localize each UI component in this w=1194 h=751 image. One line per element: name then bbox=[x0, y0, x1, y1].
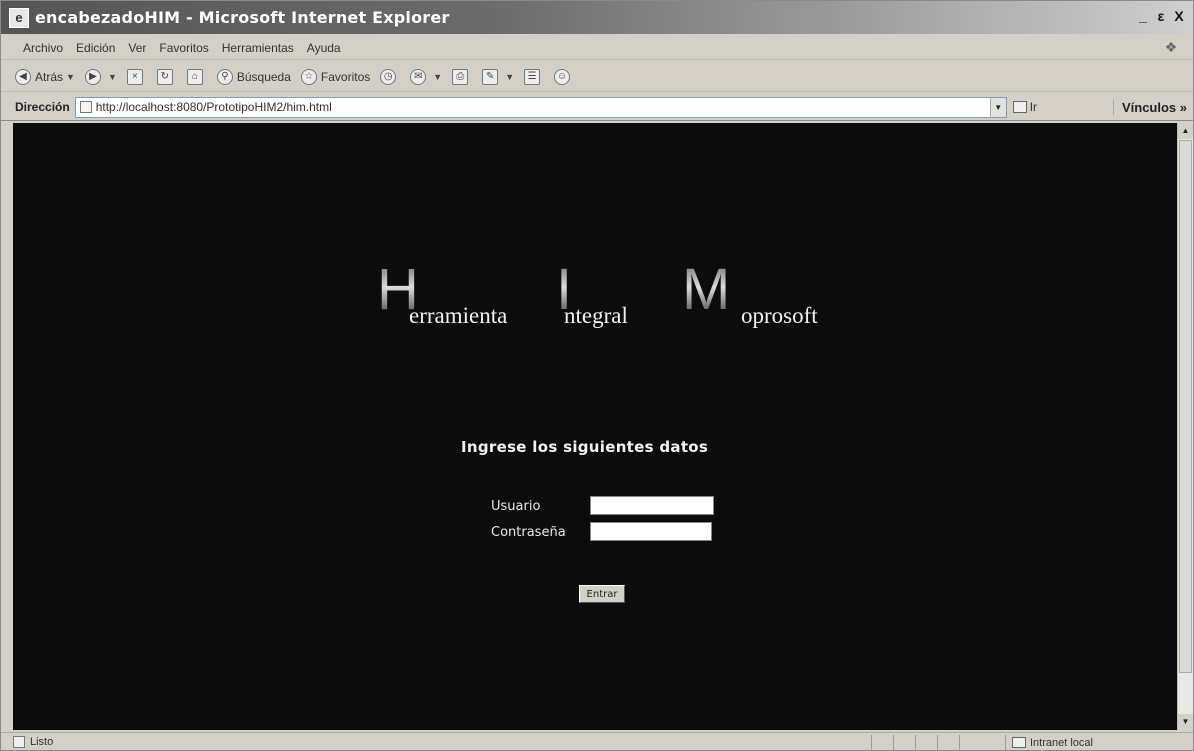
star-icon: ☆ bbox=[300, 68, 317, 85]
logo-word-oprosoft: oprosoft bbox=[741, 303, 818, 328]
stop-button[interactable]: × bbox=[126, 68, 147, 85]
mail-dropdown-icon[interactable]: ▼ bbox=[433, 72, 442, 82]
print-icon: ⎙ bbox=[452, 68, 469, 85]
forward-arrow-icon: ▶ bbox=[84, 68, 101, 85]
password-label: Contraseña bbox=[491, 525, 566, 540]
status-pane bbox=[959, 735, 981, 750]
logo-word-ntegral: ntegral bbox=[564, 303, 628, 328]
status-bar: Listo Intranet local bbox=[1, 732, 1193, 751]
maximize-button[interactable]: ε bbox=[1153, 7, 1169, 25]
search-button[interactable]: ⚲ Búsqueda bbox=[216, 68, 291, 85]
password-input[interactable] bbox=[590, 522, 712, 541]
go-arrow-icon bbox=[1012, 101, 1027, 113]
scroll-up-icon[interactable]: ▲ bbox=[1178, 123, 1193, 139]
forward-button[interactable]: ▶ ▼ bbox=[84, 68, 117, 85]
submit-button[interactable]: Entrar bbox=[579, 585, 625, 603]
status-pane bbox=[915, 735, 937, 750]
links-button[interactable]: Vínculos » bbox=[1112, 99, 1187, 115]
page-icon bbox=[79, 101, 92, 113]
logo-word-erramienta: erramienta bbox=[409, 303, 508, 328]
back-arrow-icon: ◀ bbox=[15, 68, 31, 85]
refresh-icon: ↻ bbox=[156, 68, 173, 85]
title-bar[interactable]: e encabezadoHIM - Microsoft Internet Exp… bbox=[1, 1, 1193, 34]
messenger-icon: ☺ bbox=[554, 68, 571, 85]
search-label: Búsqueda bbox=[236, 69, 291, 84]
scroll-down-icon[interactable]: ▼ bbox=[1178, 714, 1193, 730]
menu-herramientas[interactable]: Herramientas bbox=[222, 41, 294, 55]
menu-edicion[interactable]: Edición bbox=[76, 41, 115, 55]
edit-button[interactable]: ✎ ▼ bbox=[482, 68, 514, 85]
edit-icon: ✎ bbox=[482, 68, 499, 85]
mail-button[interactable]: ✉ ▼ bbox=[410, 68, 442, 85]
messenger-button[interactable]: ☺ bbox=[554, 68, 574, 85]
favorites-button[interactable]: ☆ Favoritos bbox=[300, 68, 371, 85]
window-title: encabezadoHIM - Microsoft Internet Explo… bbox=[35, 8, 450, 27]
zone-label: Intranet local bbox=[1030, 736, 1093, 749]
ie-page-icon: e bbox=[9, 7, 29, 28]
menu-ayuda[interactable]: Ayuda bbox=[307, 41, 341, 55]
go-label: Ir bbox=[1029, 100, 1038, 114]
page-content: H I M erramienta ntegral oprosoft Ingres… bbox=[13, 123, 1177, 730]
favorites-label: Favoritos bbox=[320, 69, 371, 84]
go-button[interactable]: Ir bbox=[1012, 100, 1038, 114]
address-dropdown-icon[interactable]: ▼ bbox=[989, 97, 1006, 117]
back-button[interactable]: ◀ Atrás ▼ bbox=[15, 68, 75, 85]
him-logo: H I M erramienta ntegral oprosoft bbox=[13, 123, 1177, 730]
menu-ver[interactable]: Ver bbox=[128, 41, 146, 55]
username-input[interactable] bbox=[590, 496, 714, 515]
search-icon: ⚲ bbox=[216, 68, 233, 85]
menu-archivo[interactable]: Archivo bbox=[23, 41, 63, 55]
address-input[interactable]: http://localhost:8080/PrototipoHIM2/him.… bbox=[74, 96, 1007, 118]
history-icon: ◷ bbox=[380, 68, 397, 85]
scroll-thumb[interactable] bbox=[1179, 140, 1192, 673]
back-label: Atrás bbox=[35, 69, 64, 84]
refresh-button[interactable]: ↻ bbox=[156, 68, 177, 85]
home-button[interactable]: ⌂ bbox=[186, 68, 207, 85]
menu-bar: Archivo Edición Ver Favoritos Herramient… bbox=[1, 37, 1193, 60]
menu-favoritos[interactable]: Favoritos bbox=[159, 41, 208, 55]
status-pane bbox=[893, 735, 915, 750]
print-button[interactable]: ⎙ bbox=[452, 68, 472, 85]
history-button[interactable]: ◷ bbox=[380, 68, 400, 85]
minimize-button[interactable]: _ bbox=[1135, 7, 1151, 25]
address-url[interactable]: http://localhost:8080/PrototipoHIM2/him.… bbox=[96, 100, 332, 114]
mail-icon: ✉ bbox=[410, 68, 427, 85]
vertical-scrollbar[interactable]: ▲ ▼ bbox=[1177, 123, 1193, 730]
status-pane bbox=[937, 735, 959, 750]
username-label: Usuario bbox=[491, 499, 541, 514]
status-panes bbox=[871, 735, 981, 750]
window-controls: _ ε X bbox=[1135, 7, 1187, 25]
status-text: Listo bbox=[30, 736, 54, 748]
forward-dropdown-icon[interactable]: ▼ bbox=[108, 72, 117, 82]
stop-icon: × bbox=[126, 68, 143, 85]
home-icon: ⌂ bbox=[186, 68, 203, 85]
logo-letter-m: M bbox=[682, 257, 731, 322]
windows-logo-icon: ❖ bbox=[1164, 39, 1178, 55]
discuss-icon: ☰ bbox=[524, 68, 541, 85]
back-dropdown-icon[interactable]: ▼ bbox=[66, 72, 75, 82]
address-label: Dirección bbox=[15, 100, 70, 114]
browser-window: e encabezadoHIM - Microsoft Internet Exp… bbox=[0, 0, 1194, 751]
discuss-button[interactable]: ☰ bbox=[524, 68, 544, 85]
close-button[interactable]: X bbox=[1171, 7, 1187, 25]
intranet-zone-icon bbox=[1012, 737, 1026, 748]
login-heading: Ingrese los siguientes datos bbox=[461, 438, 709, 456]
edit-dropdown-icon[interactable]: ▼ bbox=[505, 72, 514, 82]
page-status-icon bbox=[13, 736, 25, 748]
address-bar: Dirección http://localhost:8080/Prototip… bbox=[1, 94, 1193, 121]
security-zone[interactable]: Intranet local bbox=[1005, 735, 1093, 750]
standard-toolbar: ◀ Atrás ▼ ▶ ▼ × ↻ ⌂ ⚲ Búsqueda ☆ Favorit… bbox=[1, 62, 1193, 92]
status-pane bbox=[871, 735, 893, 750]
